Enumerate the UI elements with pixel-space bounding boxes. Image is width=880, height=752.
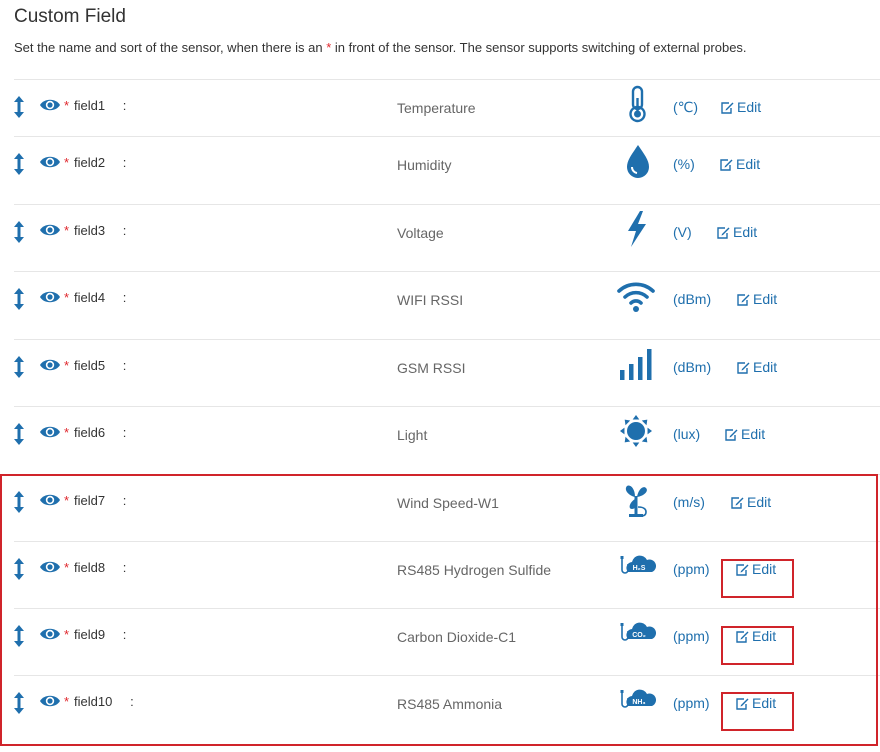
field-colon: :: [122, 98, 127, 113]
field-colon: :: [122, 223, 127, 238]
wifi-icon: [616, 276, 656, 316]
lightning-icon: [618, 209, 658, 249]
edit-button[interactable]: Edit: [736, 359, 777, 375]
sensor-name: Temperature: [397, 100, 476, 116]
sensor-row: * field6: Light (lux) Edit: [14, 406, 880, 475]
edit-button[interactable]: Edit: [719, 156, 760, 172]
visibility-eye-icon[interactable]: [39, 223, 61, 237]
visibility-eye-icon[interactable]: [39, 358, 61, 372]
sensor-row: * field5: GSM RSSI (dBm) Edit: [14, 339, 880, 407]
visibility-eye-icon[interactable]: [39, 425, 61, 439]
field-name: field5: [74, 358, 106, 373]
edit-label: Edit: [736, 156, 761, 172]
edit-button[interactable]: Edit: [716, 224, 757, 240]
signal-bars-icon: [616, 344, 656, 384]
drag-sort-handle-icon[interactable]: [14, 221, 24, 243]
required-star: *: [64, 358, 70, 373]
sensor-name: Humidity: [397, 157, 452, 173]
water-drop-icon: [618, 141, 658, 181]
field-colon: :: [122, 425, 127, 440]
sensor-unit: (dBm): [673, 291, 712, 307]
edit-highlight-field10: [721, 692, 794, 731]
sensor-row: * field2: Humidity (%) Edit: [14, 136, 880, 205]
edit-label: Edit: [753, 291, 778, 307]
thermometer-icon: [618, 84, 658, 124]
field-colon: :: [122, 358, 127, 373]
field-colon: :: [122, 290, 127, 305]
edit-highlight-field9: [721, 626, 794, 665]
sensor-unit: (℃): [673, 99, 699, 115]
required-star: *: [64, 98, 70, 113]
drag-sort-handle-icon[interactable]: [14, 96, 24, 118]
drag-sort-handle-icon[interactable]: [14, 356, 24, 378]
sun-icon: [616, 411, 656, 451]
drag-sort-handle-icon[interactable]: [14, 288, 24, 310]
required-star: *: [64, 425, 70, 440]
field-name: field4: [74, 290, 106, 305]
edit-highlight-field8: [721, 559, 794, 598]
sensor-unit: (V): [673, 224, 692, 240]
sensor-unit: (lux): [673, 426, 701, 442]
edit-label: Edit: [753, 359, 778, 375]
edit-label: Edit: [737, 99, 762, 115]
edit-button[interactable]: Edit: [724, 426, 765, 442]
field-name: field2: [74, 155, 106, 170]
edit-label: Edit: [741, 426, 766, 442]
edit-button[interactable]: Edit: [720, 99, 761, 115]
sensor-unit: (%): [673, 156, 695, 172]
field-name: field1: [74, 98, 106, 113]
sensor-name: Light: [397, 427, 428, 443]
sensor-row: * field4: WIFI RSSI (dBm) Edit: [14, 271, 880, 340]
edit-button[interactable]: Edit: [736, 291, 777, 307]
required-star: *: [64, 290, 70, 305]
required-star: *: [64, 223, 70, 238]
edit-label: Edit: [733, 224, 758, 240]
field-name: field3: [74, 223, 106, 238]
sensor-row: * field1: Temperature (℃) Edit: [14, 79, 880, 137]
field-name: field6: [74, 425, 106, 440]
drag-sort-handle-icon[interactable]: [14, 153, 24, 175]
sensor-name: Voltage: [397, 225, 444, 241]
sensor-name: GSM RSSI: [397, 360, 466, 376]
visibility-eye-icon[interactable]: [39, 98, 61, 112]
sensor-name: WIFI RSSI: [397, 292, 464, 308]
sensor-unit: (dBm): [673, 359, 712, 375]
sensor-row: * field3: Voltage (V) Edit: [14, 204, 880, 272]
drag-sort-handle-icon[interactable]: [14, 423, 24, 445]
required-star: *: [64, 155, 70, 170]
visibility-eye-icon[interactable]: [39, 290, 61, 304]
visibility-eye-icon[interactable]: [39, 155, 61, 169]
field-colon: :: [122, 155, 127, 170]
